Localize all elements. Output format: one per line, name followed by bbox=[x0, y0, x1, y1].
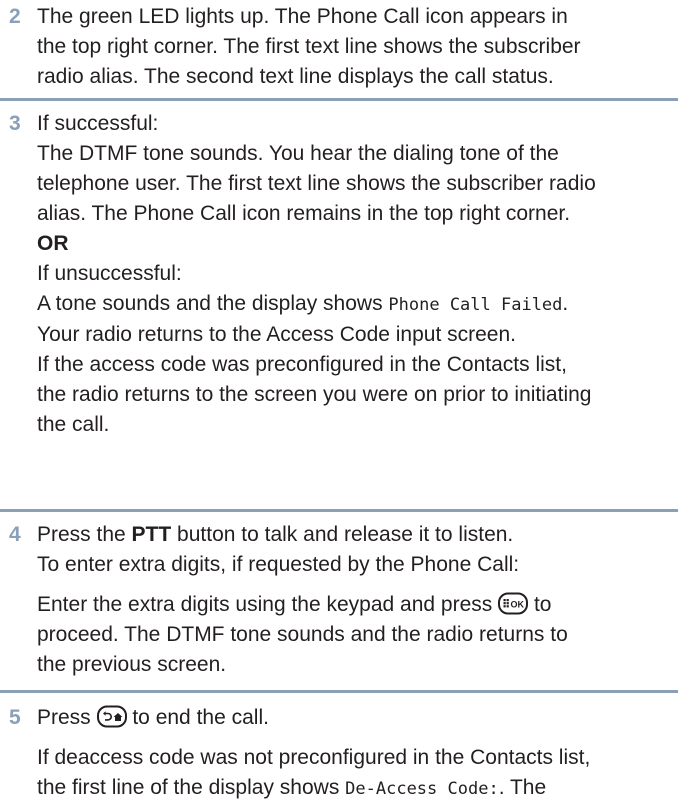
step-text-line: A tone sounds and the display shows Phon… bbox=[37, 292, 569, 315]
step-text-line: If unsuccessful: bbox=[37, 262, 182, 285]
step-text-line: proceed. The DTMF tone sounds and the ra… bbox=[37, 623, 568, 646]
step-text-line: the first line of the display shows De-A… bbox=[37, 776, 547, 799]
step-text-line: telephone user. The first text line show… bbox=[37, 172, 596, 195]
or-label: OR bbox=[37, 232, 69, 255]
step-text-line: Your radio returns to the Access Code in… bbox=[37, 323, 517, 346]
svg-text:OK: OK bbox=[511, 600, 525, 610]
step-number: 4 bbox=[9, 523, 21, 546]
step-text-line: If successful: bbox=[37, 112, 159, 135]
display-text-de-access-code: De-Access Code: bbox=[345, 779, 499, 799]
step-number: 5 bbox=[9, 706, 21, 729]
manual-page: 2 The green LED lights up. The Phone Cal… bbox=[0, 0, 678, 804]
step-text-line: the top right corner. The first text lin… bbox=[37, 35, 581, 58]
step-text-line: the previous screen. bbox=[37, 653, 227, 676]
step-text-line: alias. The Phone Call icon remains in th… bbox=[37, 202, 571, 225]
step-text-line: If deaccess code was not preconfigured i… bbox=[37, 746, 591, 769]
step-number: 3 bbox=[9, 112, 21, 135]
step-4: 4 Press the PTT button to talk and relea… bbox=[0, 512, 678, 693]
step-text-line: radio alias. The second text line displa… bbox=[37, 65, 554, 88]
step-text-line: To enter extra digits, if requested by t… bbox=[37, 553, 520, 576]
display-text-phone-call-failed: Phone Call Failed bbox=[388, 295, 563, 315]
step-3: 3 If successful: The DTMF tone sounds. Y… bbox=[0, 101, 678, 512]
step-text-line: the radio returns to the screen you were… bbox=[37, 383, 592, 406]
back-home-button-icon bbox=[96, 705, 127, 728]
step-text-line: The DTMF tone sounds. You hear the diali… bbox=[37, 142, 559, 165]
step-text-line: The green LED lights up. The Phone Call … bbox=[37, 5, 568, 28]
step-text-line: Press to end the call. bbox=[37, 705, 269, 729]
step-body: If successful: The DTMF tone sounds. You… bbox=[37, 109, 670, 440]
step-2: 2 The green LED lights up. The Phone Cal… bbox=[0, 0, 678, 101]
step-body: Press the PTT button to talk and release… bbox=[37, 520, 670, 680]
step-text-line: If the access code was preconfigured in … bbox=[37, 353, 567, 376]
step-text-line: the call. bbox=[37, 413, 110, 436]
step-5: 5 Press to end the call. If deaccess cod… bbox=[0, 693, 678, 804]
step-text-line: Press the PTT button to talk and release… bbox=[37, 523, 514, 546]
ptt-label: PTT bbox=[131, 523, 172, 546]
step-body: Press to end the call. If deaccess code … bbox=[37, 703, 670, 804]
step-number: 2 bbox=[9, 5, 21, 28]
menu-ok-button-icon: OK bbox=[498, 592, 529, 615]
step-body: The green LED lights up. The Phone Call … bbox=[37, 2, 670, 92]
step-text-line: Enter the extra digits using the keypad … bbox=[37, 592, 552, 616]
